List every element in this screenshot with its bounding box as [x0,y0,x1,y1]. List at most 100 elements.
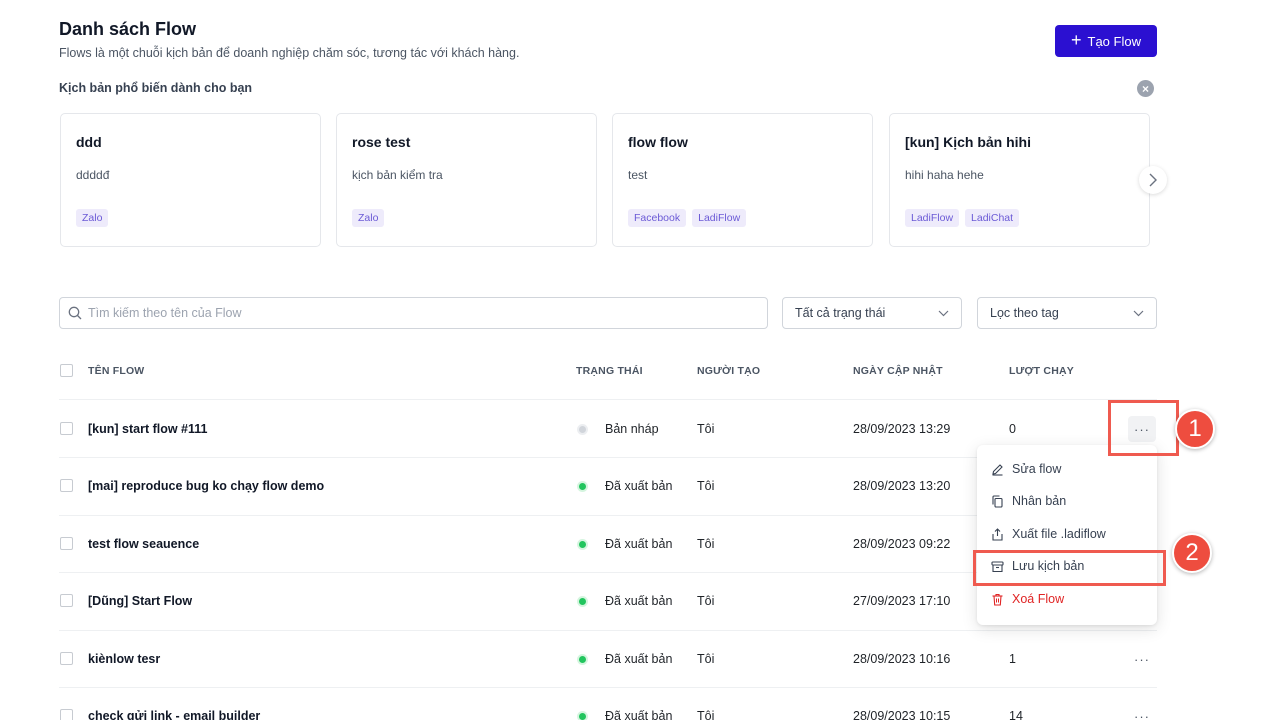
highlight-save-template [973,550,1166,586]
flow-runs: 0 [1009,422,1016,436]
column-header-updated[interactable]: NGÀY CẬP NHẬT [853,365,943,377]
flow-status: Đã xuất bản [605,537,673,551]
card-description: test [628,168,648,182]
tag: Zalo [76,209,109,227]
search-icon [68,306,82,320]
step-badge-2: 2 [1172,533,1212,573]
menu-item-duplicate[interactable]: Nhân bản [991,494,1066,508]
tag: Facebook [628,209,687,227]
chevron-down-icon [1133,310,1144,316]
column-header-status[interactable]: TRẠNG THÁI [576,365,643,377]
flow-name[interactable]: [mai] reproduce bug ko chạy flow demo [88,479,324,493]
flow-creator: Tôi [697,709,715,720]
search-box[interactable] [59,297,768,329]
flow-name[interactable]: kiènlow tesr [88,652,160,666]
flow-creator: Tôi [697,479,715,493]
flow-updated: 27/09/2023 17:10 [853,594,951,608]
flow-name[interactable]: test flow seauence [88,537,199,551]
card-title: [kun] Kịch bản hihi [905,134,1031,150]
flow-status: Đã xuất bản [605,594,673,608]
card-description: kịch bản kiểm tra [352,168,443,182]
flow-status: Bản nháp [605,422,659,436]
table-divider [59,630,1157,631]
card-description: hihi haha hehe [905,168,984,182]
flow-name[interactable]: [Dũng] Start Flow [88,594,192,608]
menu-item-label: Nhân bản [1012,494,1067,508]
page-title: Danh sách Flow [59,19,197,39]
column-header-creator[interactable]: NGƯỜI TẠO [697,365,760,377]
row-checkbox[interactable] [60,652,73,665]
card-tags: Zalo [352,209,385,227]
flow-updated: 28/09/2023 10:16 [853,652,951,666]
column-header-runs[interactable]: LƯỢT CHẠY [1009,365,1074,377]
tag: LadiChat [965,209,1020,227]
flow-status: Đã xuất bản [605,709,673,720]
flow-runs: 14 [1009,709,1023,720]
create-flow-label: Tạo Flow [1087,33,1141,49]
tag: LadiFlow [905,209,960,227]
chevron-right-icon[interactable] [1139,166,1167,194]
menu-item-label: Xoá Flow [1012,592,1065,606]
row-checkbox[interactable] [60,537,73,550]
tag-select[interactable]: Lọc theo tag [977,297,1157,329]
status-dot [577,539,588,550]
flow-updated: 28/09/2023 13:29 [853,422,951,436]
copy-icon [992,494,1003,508]
step-badge-1: 1 [1175,409,1215,449]
template-card[interactable]: flow flow test Facebook LadiFlow [612,113,873,247]
tag: LadiFlow [692,209,747,227]
more-icon[interactable]: ··· [1128,703,1156,720]
export-icon [992,527,1003,541]
row-checkbox[interactable] [60,709,73,720]
status-dot [577,596,588,607]
card-title: flow flow [628,134,688,150]
tag-select-value: Lọc theo tag [990,306,1059,320]
select-all-checkbox[interactable] [60,364,73,377]
template-card[interactable]: ddd ddddđ Zalo [60,113,321,247]
flow-creator: Tôi [697,594,715,608]
pencil-icon [992,463,1003,476]
chevron-down-icon [938,310,949,316]
card-title: ddd [76,134,102,150]
status-select[interactable]: Tất cả trạng thái [782,297,962,329]
flow-creator: Tôi [697,652,715,666]
templates-section-title: Kịch bản phổ biến dành cho bạn [59,81,253,95]
status-select-value: Tất cả trạng thái [795,306,886,320]
create-flow-button[interactable]: + Tạo Flow [1055,25,1157,57]
close-icon[interactable]: × [1137,80,1154,97]
menu-item-delete[interactable]: Xoá Flow [991,592,1064,606]
table-divider [59,399,1157,400]
highlight-more-button [1108,400,1179,456]
search-input[interactable] [88,306,738,320]
card-title: rose test [352,134,411,150]
template-card[interactable]: rose test kịch bản kiểm tra Zalo [336,113,597,247]
card-tags: Facebook LadiFlow [628,209,747,227]
trash-icon [992,593,1003,606]
menu-item-edit[interactable]: Sửa flow [991,462,1061,476]
status-dot [577,424,588,435]
more-icon[interactable]: ··· [1128,646,1156,672]
flow-name[interactable]: [kun] start flow #111 [88,422,207,436]
flow-updated: 28/09/2023 13:20 [853,479,951,493]
page-subtitle: Flows là một chuỗi kịch bản để doanh ngh… [59,46,520,60]
flow-creator: Tôi [697,422,715,436]
flow-runs: 1 [1009,652,1016,666]
status-dot [577,481,588,492]
column-header-name[interactable]: TÊN FLOW [88,365,144,377]
flow-name[interactable]: check gửi link - email builder [88,709,260,720]
menu-item-label: Sửa flow [1012,462,1062,476]
flow-status: Đã xuất bản [605,652,673,666]
card-description: ddddđ [76,168,110,182]
tag: Zalo [352,209,385,227]
menu-item-label: Xuất file .ladiflow [1012,527,1106,541]
template-card[interactable]: [kun] Kịch bản hihi hihi haha hehe LadiF… [889,113,1150,247]
menu-item-export[interactable]: Xuất file .ladiflow [991,527,1106,541]
status-dot [577,711,588,720]
row-checkbox[interactable] [60,422,73,435]
row-checkbox[interactable] [60,479,73,492]
card-tags: LadiFlow LadiChat [905,209,1020,227]
status-dot [577,654,588,665]
plus-icon: + [1071,30,1082,50]
row-checkbox[interactable] [60,594,73,607]
flow-status: Đã xuất bản [605,479,673,493]
